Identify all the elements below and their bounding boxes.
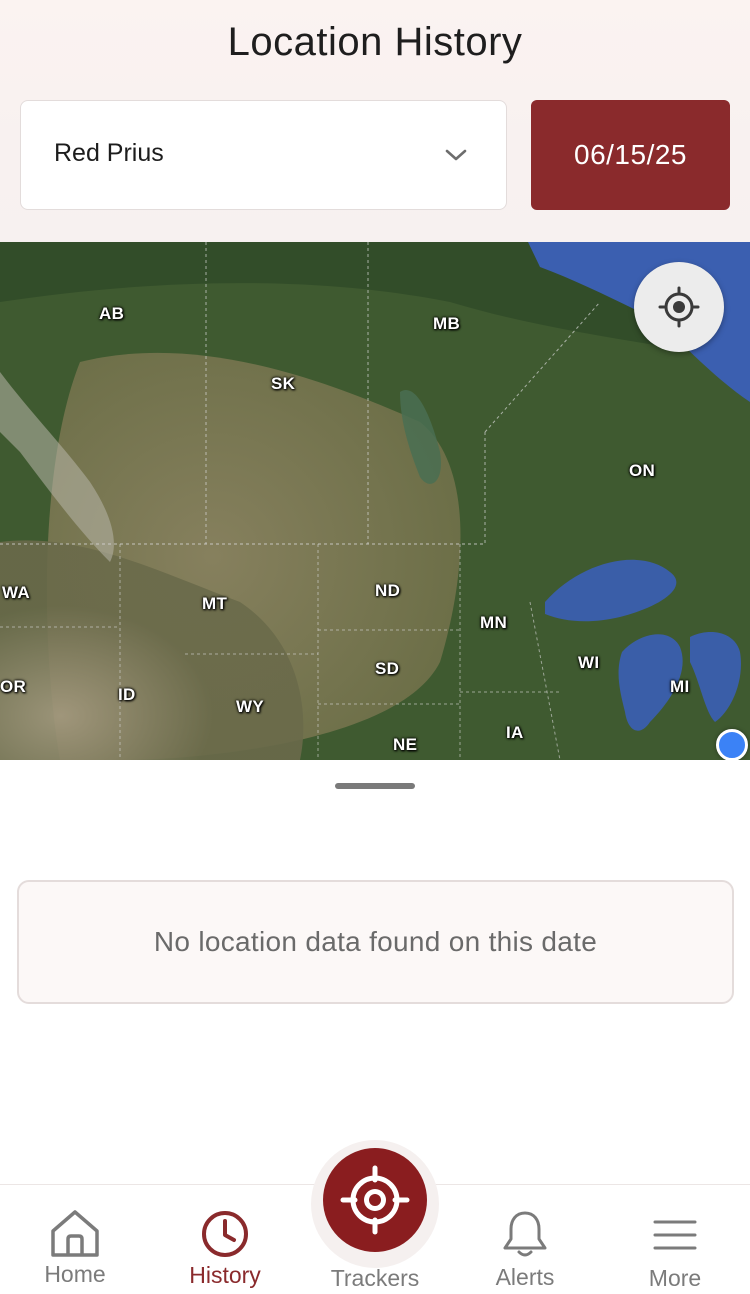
map-label-mb: MB — [433, 314, 461, 333]
map-label-ia: IA — [506, 723, 524, 742]
vehicle-select[interactable]: Red Prius — [20, 100, 507, 210]
map-label-id: ID — [118, 685, 136, 704]
empty-state-text: No location data found on this date — [153, 926, 598, 957]
chevron-down-icon — [445, 149, 467, 161]
map-label-ab: AB — [99, 304, 125, 323]
map-label-ne: NE — [393, 735, 418, 754]
tab-more[interactable]: More — [600, 1185, 750, 1294]
date-picker-button[interactable]: 06/15/25 — [531, 100, 730, 210]
menu-icon — [653, 1220, 697, 1250]
tab-alerts-label: Alerts — [495, 1264, 555, 1290]
bottom-sheet: No location data found on this date — [0, 760, 750, 1184]
recenter-location-button[interactable] — [634, 262, 724, 352]
target-icon — [340, 1165, 410, 1235]
tab-home[interactable]: Home — [0, 1185, 150, 1294]
map-label-sk: SK — [271, 374, 296, 393]
page-title: Location History — [227, 20, 523, 64]
map-label-nd: ND — [375, 581, 401, 600]
map-label-sd: SD — [375, 659, 400, 678]
tab-more-label: More — [648, 1265, 702, 1291]
trackers-fab-button[interactable] — [323, 1148, 427, 1252]
user-location-marker — [716, 729, 748, 761]
home-icon — [51, 1210, 99, 1257]
crosshair-icon — [658, 286, 700, 328]
empty-state-message: No location data found on this date — [17, 880, 734, 1004]
map-label-mn: MN — [480, 613, 508, 632]
tab-history-label: History — [189, 1262, 261, 1288]
map-label-or: OR — [0, 677, 27, 696]
header: Location History Red Prius 06/15/25 — [0, 0, 750, 242]
tab-alerts[interactable]: Alerts — [450, 1185, 600, 1294]
map-label-wy: WY — [236, 697, 264, 716]
map-label-on: ON — [629, 461, 656, 480]
tab-home-label: Home — [44, 1261, 106, 1287]
tab-trackers-label: Trackers — [330, 1265, 420, 1291]
map-label-wa: WA — [2, 583, 30, 602]
bell-icon — [503, 1211, 547, 1257]
tab-history[interactable]: History — [150, 1185, 300, 1294]
clock-icon — [202, 1211, 248, 1257]
map-label-mt: MT — [202, 594, 228, 613]
map-label-mi: MI — [670, 677, 690, 696]
trackers-fab-backdrop — [311, 1140, 439, 1268]
sheet-drag-handle[interactable] — [335, 783, 415, 789]
map-label-wi: WI — [578, 653, 600, 672]
vehicle-select-value: Red Prius — [54, 139, 164, 167]
